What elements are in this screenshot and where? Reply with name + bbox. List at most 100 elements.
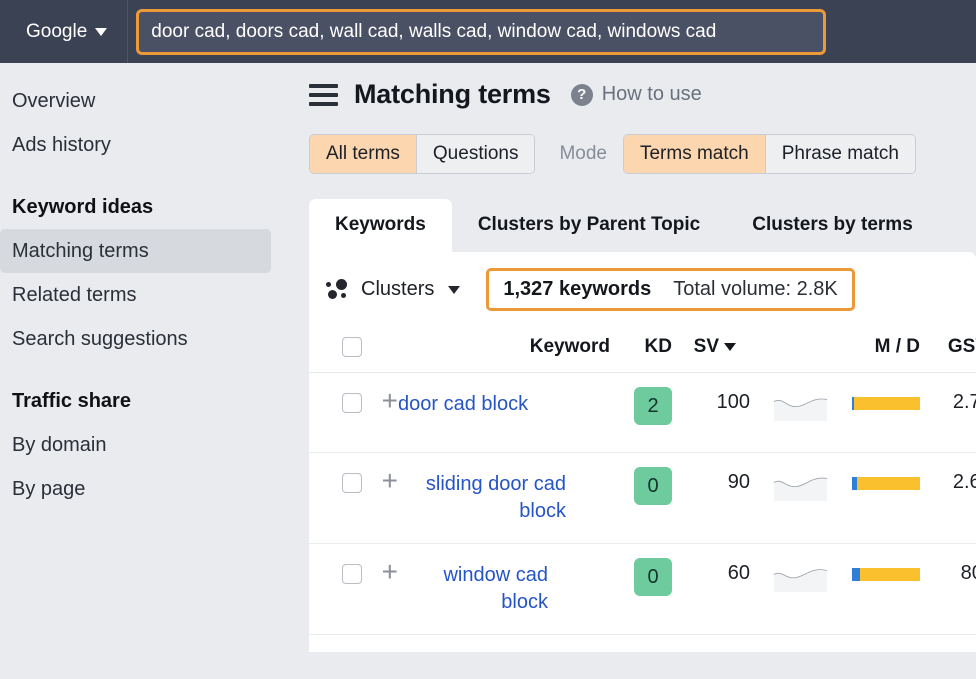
search-input[interactable] <box>151 21 811 43</box>
search-engine-selector[interactable]: Google <box>10 13 121 51</box>
row-keyword-cell: + door cad block <box>362 373 610 453</box>
sparkline-icon <box>773 471 828 501</box>
kd-badge: 0 <box>634 558 672 596</box>
filter-questions[interactable]: Questions <box>417 135 535 173</box>
mode-label: Mode <box>559 143 607 165</box>
keyword-search-field[interactable] <box>136 9 826 55</box>
tab-clusters-by-terms[interactable]: Clusters by terms <box>726 199 939 252</box>
table-row[interactable]: + sliding door cad block 0 90 <box>309 453 976 544</box>
column-header-keyword[interactable]: Keyword <box>362 327 610 373</box>
chevron-down-icon <box>95 28 107 36</box>
kd-badge: 2 <box>634 387 672 425</box>
question-mark-icon: ? <box>571 84 593 106</box>
table-body: + door cad block 2 100 <box>309 373 976 635</box>
sidebar: Overview Ads history Keyword ideas Match… <box>0 63 295 679</box>
row-sv-cell: 60 <box>672 544 750 635</box>
row-kd-cell: 0 <box>610 453 672 544</box>
column-header-md[interactable]: M / D <box>828 327 920 373</box>
keyword-link[interactable]: door cad block <box>398 391 528 418</box>
row-md-cell <box>828 453 920 544</box>
sidebar-item-by-page[interactable]: By page <box>0 467 271 511</box>
page-title: Matching terms <box>354 79 551 110</box>
plus-icon[interactable]: + <box>362 470 398 492</box>
hamburger-icon[interactable] <box>309 81 338 109</box>
terms-filter-group: All terms Questions <box>309 134 535 174</box>
select-all-header <box>309 327 362 373</box>
how-to-use-link[interactable]: ? How to use <box>571 83 702 106</box>
filter-all-terms[interactable]: All terms <box>310 135 417 173</box>
plus-icon[interactable]: + <box>362 390 398 412</box>
row-sparkline-cell <box>750 373 828 453</box>
row-select-cell <box>309 453 362 544</box>
select-all-checkbox[interactable] <box>342 337 362 357</box>
row-checkbox[interactable] <box>342 564 362 584</box>
sidebar-header-traffic-share: Traffic share <box>0 379 295 423</box>
sidebar-header-keyword-ideas: Keyword ideas <box>0 185 295 229</box>
column-header-sv[interactable]: SV <box>672 327 750 373</box>
sidebar-item-by-domain[interactable]: By domain <box>0 423 271 467</box>
table-header: Keyword KD SV M / D GSV TP <box>309 327 976 373</box>
row-select-cell <box>309 544 362 635</box>
table-row[interactable]: + window cad block 0 60 <box>309 544 976 635</box>
page-header: Matching terms ? How to use <box>309 75 976 110</box>
filter-terms-match[interactable]: Terms match <box>624 135 766 173</box>
kd-badge: 0 <box>634 467 672 505</box>
tab-clusters-by-parent-topic[interactable]: Clusters by Parent Topic <box>452 199 726 252</box>
keywords-table: Keyword KD SV M / D GSV TP <box>309 327 976 635</box>
row-gsv-cell: 2.7K <box>920 373 976 453</box>
chevron-down-icon <box>448 286 460 294</box>
row-kd-cell: 2 <box>610 373 672 453</box>
how-to-use-label: How to use <box>602 83 702 106</box>
topbar-divider <box>127 0 128 63</box>
row-sparkline-cell <box>750 544 828 635</box>
row-kd-cell: 0 <box>610 544 672 635</box>
row-md-cell <box>828 544 920 635</box>
sidebar-item-ads-history[interactable]: Ads history <box>0 123 271 167</box>
total-volume: Total volume: 2.8K <box>673 278 838 301</box>
clusters-label: Clusters <box>361 278 434 301</box>
row-select-cell <box>309 373 362 453</box>
table-header-row: Keyword KD SV M / D GSV TP <box>309 327 976 373</box>
sidebar-item-matching-terms[interactable]: Matching terms <box>0 229 271 273</box>
sort-desc-icon <box>724 343 736 351</box>
sidebar-item-related-terms[interactable]: Related terms <box>0 273 271 317</box>
plus-icon[interactable]: + <box>362 561 398 583</box>
row-sv-cell: 100 <box>672 373 750 453</box>
column-header-gsv[interactable]: GSV <box>920 327 976 373</box>
keyword-count-box: 1,327 keywords Total volume: 2.8K <box>486 268 854 311</box>
sparkline-icon <box>773 391 828 421</box>
filter-phrase-match[interactable]: Phrase match <box>766 135 915 173</box>
tab-strip: Keywords Clusters by Parent Topic Cluste… <box>309 199 976 252</box>
clusters-dropdown[interactable]: Clusters <box>326 278 460 301</box>
md-bar <box>852 477 920 490</box>
panel-toolbar: Clusters 1,327 keywords Total volume: 2.… <box>309 252 976 327</box>
row-checkbox[interactable] <box>342 393 362 413</box>
sparkline-icon <box>773 562 828 592</box>
sidebar-item-search-suggestions[interactable]: Search suggestions <box>0 317 271 361</box>
keyword-link[interactable]: window cad block <box>398 562 548 616</box>
keyword-link[interactable]: sliding door cad block <box>398 471 566 525</box>
row-sparkline-cell <box>750 453 828 544</box>
main-content: Matching terms ? How to use All terms Qu… <box>295 63 976 679</box>
table-row[interactable]: + door cad block 2 100 <box>309 373 976 453</box>
row-keyword-cell: + sliding door cad block <box>362 453 610 544</box>
row-gsv-cell: 2.6K <box>920 453 976 544</box>
column-header-sparkline <box>750 327 828 373</box>
row-sv-cell: 90 <box>672 453 750 544</box>
row-keyword-cell: + window cad block <box>362 544 610 635</box>
column-header-kd[interactable]: KD <box>610 327 672 373</box>
md-bar <box>852 568 920 581</box>
search-engine-label: Google <box>26 21 87 43</box>
md-bar <box>852 397 920 410</box>
tab-keywords[interactable]: Keywords <box>309 199 452 252</box>
mode-filter-group: Terms match Phrase match <box>623 134 916 174</box>
row-gsv-cell: 800 <box>920 544 976 635</box>
keyword-count: 1,327 keywords <box>503 278 651 301</box>
filter-row: All terms Questions Mode Terms match Phr… <box>309 134 976 174</box>
row-md-cell <box>828 373 920 453</box>
row-checkbox[interactable] <box>342 473 362 493</box>
sidebar-item-overview[interactable]: Overview <box>0 79 271 123</box>
cluster-dots-icon <box>326 279 350 300</box>
keywords-panel: Clusters 1,327 keywords Total volume: 2.… <box>309 252 976 652</box>
top-search-bar: Google <box>0 0 976 63</box>
